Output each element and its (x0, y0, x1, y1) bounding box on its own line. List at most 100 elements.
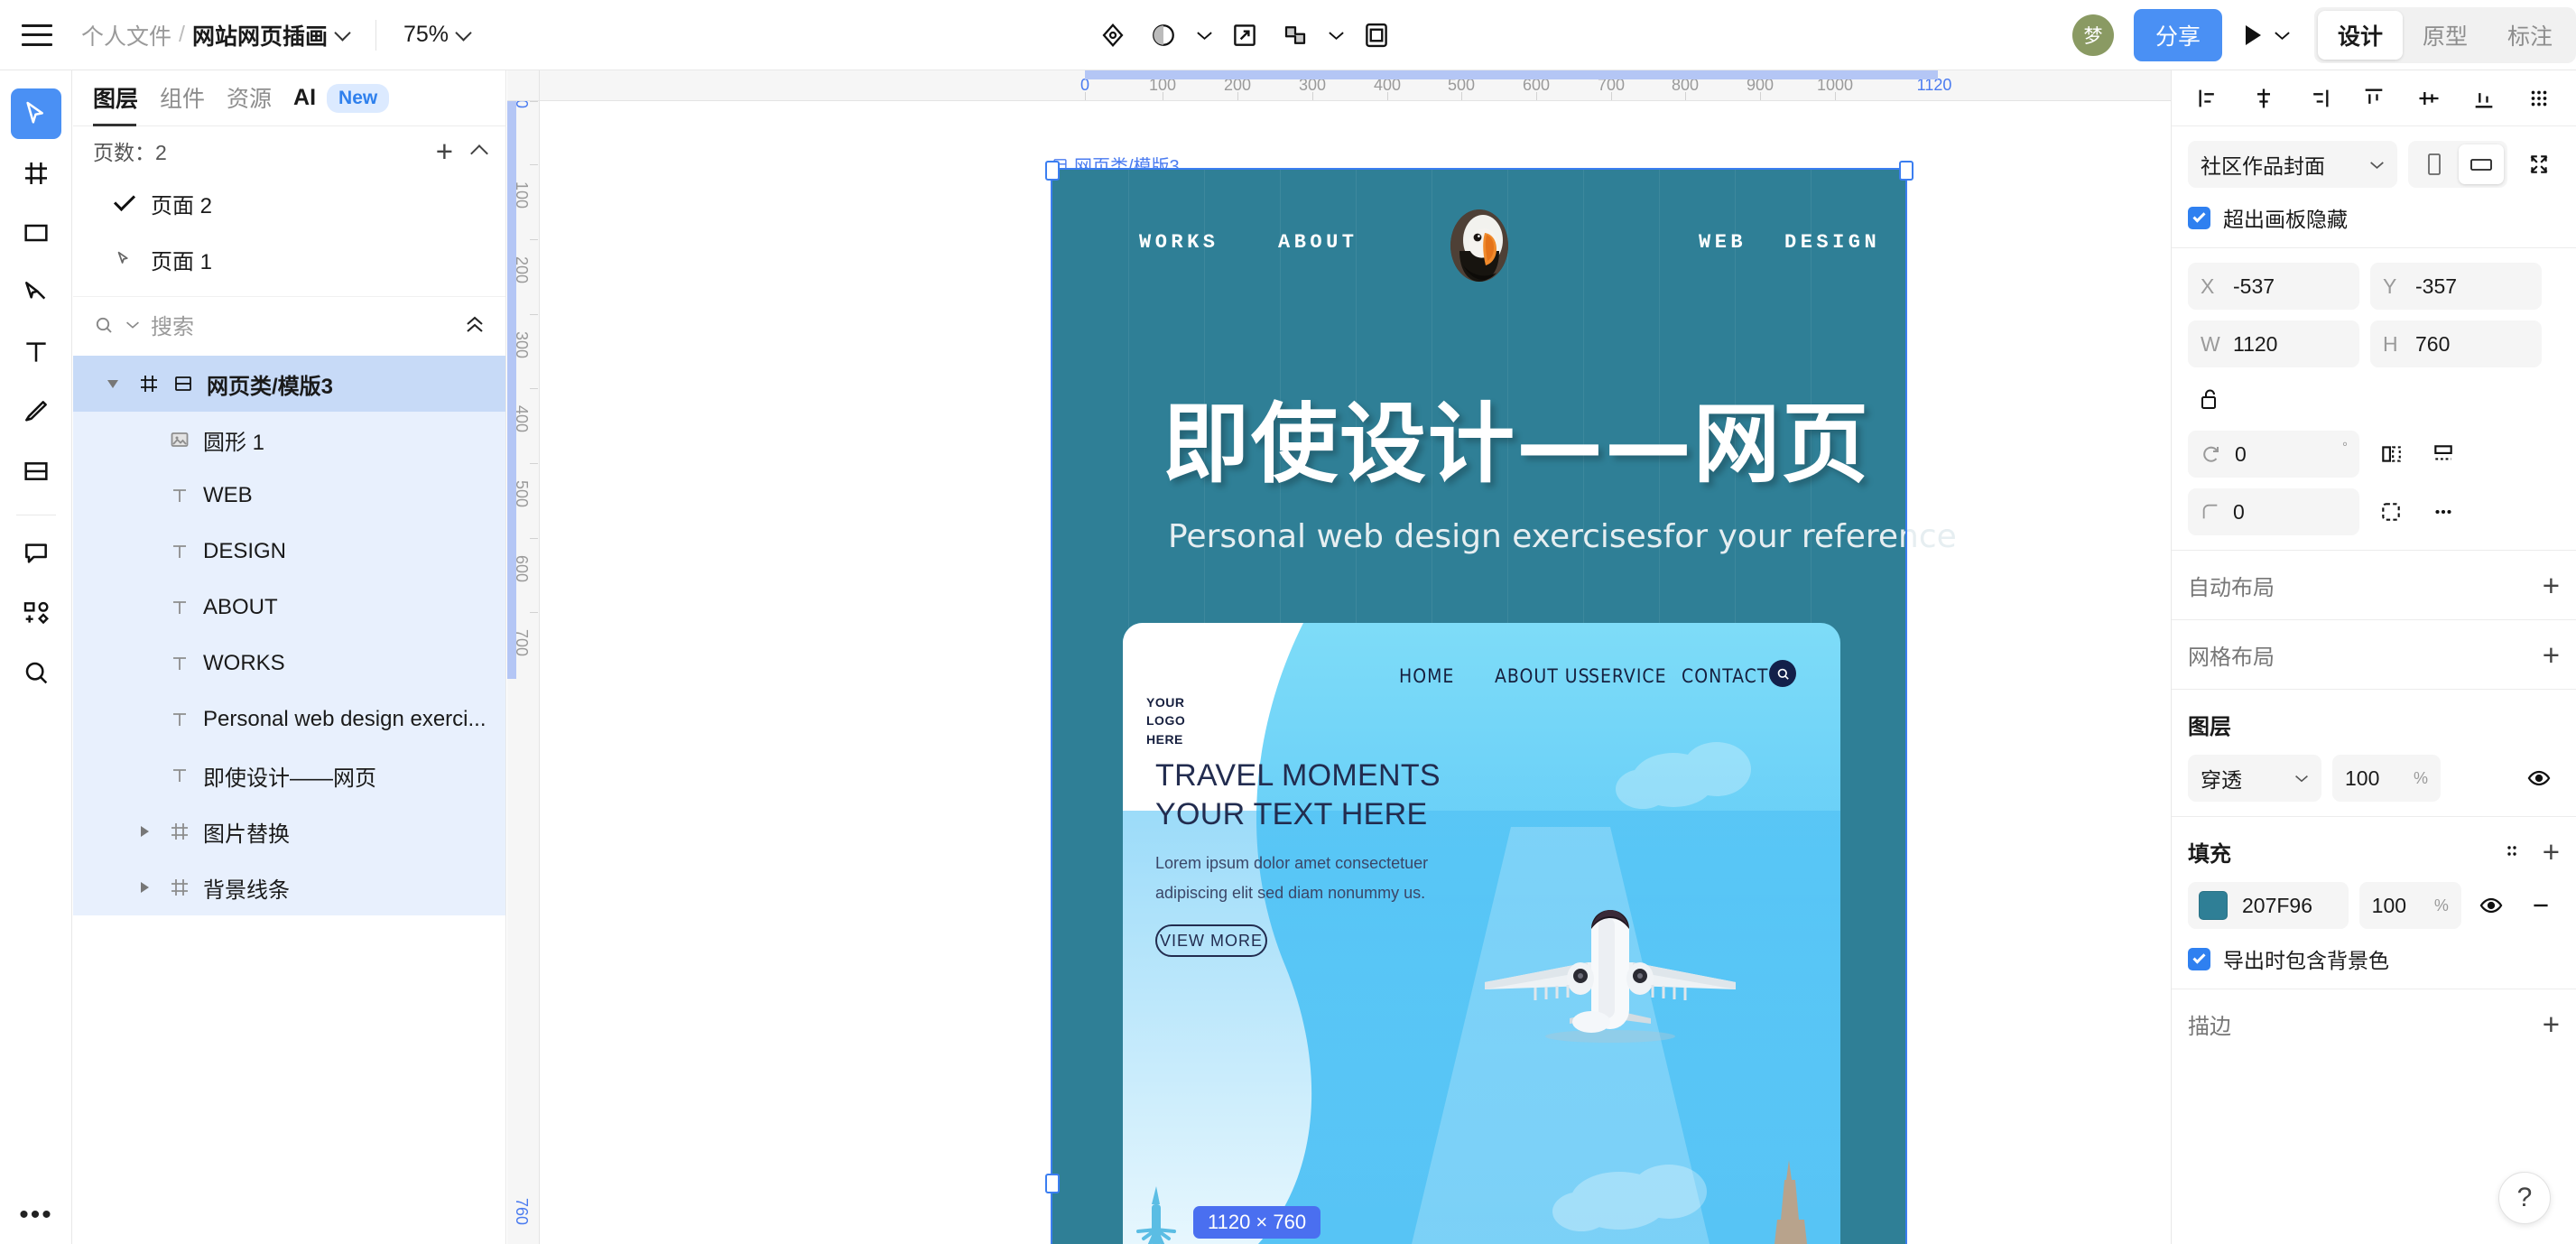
help-button[interactable]: ? (2498, 1172, 2551, 1224)
eye-icon[interactable] (2472, 885, 2511, 926)
plus-icon[interactable]: + (2543, 571, 2560, 600)
fit-content-icon[interactable] (2518, 144, 2560, 185)
tab-components[interactable]: 组件 (160, 81, 205, 116)
layer-row-background-lines[interactable]: 背景线条 (73, 859, 505, 915)
more-icon[interactable] (2423, 491, 2464, 533)
chevron-down-icon[interactable] (125, 320, 140, 330)
double-chevron-up-icon[interactable] (464, 315, 486, 335)
align-center-horizontal-icon[interactable] (2243, 78, 2284, 119)
plugin-tool[interactable] (11, 588, 61, 638)
hamburger-icon[interactable] (22, 23, 52, 46)
blend-mode-select[interactable]: 穿透 (2188, 755, 2321, 802)
artboard[interactable]: WORKS ABOUT WEB DESIGN 即使设计——网页 Personal… (1052, 170, 1957, 1244)
layer-search[interactable]: 搜索 (73, 296, 505, 352)
resize-handle-tr[interactable] (1899, 161, 1913, 181)
puffin-avatar[interactable] (1450, 209, 1508, 282)
canvas-area[interactable]: 0 100 200 300 400 500 600 700 800 900 10… (507, 70, 2171, 1244)
flip-vertical-icon[interactable] (2423, 433, 2464, 475)
breadcrumb-current[interactable]: 网站网页插画 (192, 19, 328, 51)
fill-opacity-field[interactable]: 100 % (2358, 882, 2461, 929)
plus-icon[interactable]: + (2543, 1009, 2560, 1039)
export-bg-checkbox[interactable] (2188, 947, 2210, 970)
zoom-tool[interactable] (11, 647, 61, 698)
layer-row-web[interactable]: WEB (73, 468, 505, 524)
mock-nav-home[interactable]: HOME (1399, 665, 1454, 687)
export-icon[interactable] (1219, 10, 1270, 60)
ruler-vertical[interactable]: 0 100 200 300 400 500 600 700 760 (507, 99, 540, 1244)
new-badge[interactable]: New (327, 84, 390, 113)
frame-icon[interactable] (1351, 10, 1402, 60)
frame-tool[interactable] (11, 148, 61, 199)
align-top-icon[interactable] (2353, 78, 2395, 119)
tab-ai[interactable]: AI (293, 85, 316, 113)
layer-row-about[interactable]: ABOUT (73, 580, 505, 636)
align-right-icon[interactable] (2298, 78, 2340, 119)
height-field[interactable]: H 760 (2370, 320, 2542, 367)
y-field[interactable]: Y -357 (2370, 263, 2542, 310)
preset-select[interactable]: 社区作品封面 (2188, 141, 2397, 188)
pencil-tool[interactable] (11, 386, 61, 437)
plus-icon[interactable]: + (2543, 837, 2560, 867)
chevron-down-icon[interactable] (1189, 10, 1219, 60)
chevron-down-icon[interactable] (107, 379, 118, 388)
hero-title[interactable]: 即使设计——网页 (1163, 374, 1870, 499)
chevron-right-icon[interactable] (141, 826, 149, 837)
hero-subtitle[interactable]: Personal web design exercisesfor your re… (1168, 518, 1957, 555)
layer-opacity-field[interactable]: 100 % (2332, 755, 2441, 802)
portrait-icon[interactable] (2412, 144, 2457, 184)
layer-row-personal-web-design[interactable]: Personal web design exerci... (73, 692, 505, 747)
resize-handle-bl[interactable] (1045, 1174, 1060, 1193)
component-icon[interactable] (1088, 10, 1138, 60)
mask-icon[interactable] (1138, 10, 1189, 60)
hero-nav-about[interactable]: ABOUT (1278, 231, 1358, 254)
hero-nav-design[interactable]: DESIGN (1784, 231, 1880, 254)
unlock-icon[interactable] (2188, 378, 2229, 420)
mock-nav-service[interactable]: SERVICE (1589, 665, 1667, 687)
fill-style-icon[interactable] (2501, 840, 2523, 862)
boolean-icon[interactable] (1270, 10, 1320, 60)
chevron-down-icon[interactable] (334, 23, 351, 42)
corner-radius-field[interactable]: 0 (2188, 488, 2359, 535)
rotation-field[interactable]: 0 ° (2188, 431, 2359, 478)
tab-layers[interactable]: 图层 (93, 81, 138, 116)
share-button[interactable]: 分享 (2133, 9, 2222, 61)
align-bottom-icon[interactable] (2463, 78, 2505, 119)
independent-corners-icon[interactable] (2370, 491, 2412, 533)
clip-content-row[interactable]: 超出画板隐藏 (2188, 202, 2560, 233)
layer-row-frame-root[interactable]: 网页类/模版3 (73, 356, 505, 412)
tab-design[interactable]: 设计 (2317, 11, 2403, 60)
landscape-icon[interactable] (2459, 144, 2504, 184)
flip-horizontal-icon[interactable] (2370, 433, 2412, 475)
breadcrumb-root[interactable]: 个人文件 (81, 19, 171, 51)
present-control[interactable] (2245, 25, 2291, 45)
select-tool[interactable] (10, 88, 61, 139)
x-field[interactable]: X -537 (2188, 263, 2359, 310)
hero-nav-works[interactable]: WORKS (1139, 231, 1219, 254)
rectangle-tool[interactable] (11, 208, 61, 258)
avatar[interactable]: 梦 (2071, 14, 2114, 56)
width-field[interactable]: W 1120 (2188, 320, 2359, 367)
plus-icon[interactable]: + (2543, 640, 2560, 670)
minus-icon[interactable] (2521, 885, 2560, 926)
layer-row-image-replace[interactable]: 图片替换 (73, 803, 505, 859)
page-item-2[interactable]: 页面 2 (73, 175, 505, 231)
slice-tool[interactable] (11, 446, 61, 497)
tab-annotate[interactable]: 标注 (2488, 11, 2572, 60)
comment-tool[interactable] (11, 528, 61, 579)
plus-icon[interactable]: + (436, 136, 453, 166)
tab-prototype[interactable]: 原型 (2403, 11, 2488, 60)
fill-color-field[interactable]: 207F96 (2188, 882, 2349, 929)
distribute-icon[interactable] (2518, 78, 2560, 119)
mock-nav-contact[interactable]: CONTACT (1682, 665, 1768, 687)
clip-content-checkbox[interactable] (2188, 206, 2210, 229)
chevron-up-icon[interactable] (470, 144, 488, 162)
eye-icon[interactable] (2518, 757, 2560, 799)
mock-nav-about-us[interactable]: ABOUT US (1495, 665, 1590, 687)
rail-more[interactable]: ••• (0, 1202, 72, 1229)
ruler-horizontal[interactable]: 0 100 200 300 400 500 600 700 800 900 10… (540, 70, 2171, 101)
page-item-1[interactable]: 页面 1 (73, 231, 505, 287)
pen-tool[interactable] (11, 267, 61, 318)
color-swatch[interactable] (2199, 891, 2228, 920)
layer-row-title-cn[interactable]: 即使设计——网页 (73, 747, 505, 803)
layer-row-image[interactable]: 圆形 1 (73, 412, 505, 468)
